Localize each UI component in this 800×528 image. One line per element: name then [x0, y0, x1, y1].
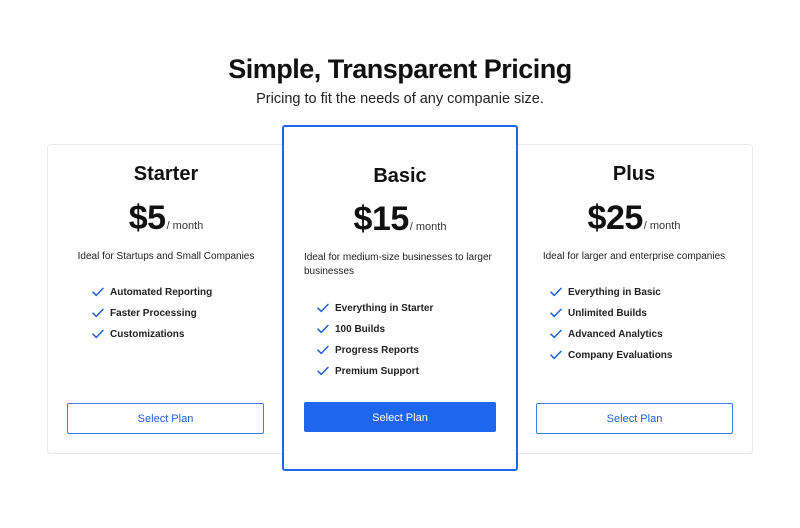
page-title: Simple, Transparent Pricing [228, 54, 572, 84]
price-row: $15/ month [284, 200, 516, 239]
feature-item: Unlimited Builds [550, 307, 672, 328]
select-plan-button-basic[interactable]: Select Plan [304, 402, 496, 432]
feature-label: Everything in Basic [568, 287, 661, 298]
select-plan-button-starter[interactable]: Select Plan [67, 403, 264, 434]
feature-item: Company Evaluations [550, 349, 672, 370]
feature-label: Automated Reporting [110, 287, 213, 298]
feature-list: Automated Reporting Faster Processing Cu… [92, 286, 212, 349]
feature-item: Customizations [92, 328, 212, 349]
feature-item: Advanced Analytics [550, 328, 672, 349]
feature-item: Everything in Basic [550, 286, 672, 307]
plan-card-plus: Plus $25/ month Ideal for larger and ent… [516, 144, 753, 454]
plan-price: $15 [353, 200, 410, 238]
plan-name: Plus [612, 163, 656, 185]
check-icon [92, 308, 104, 318]
check-icon [92, 329, 104, 339]
price-row: $25/ month [516, 199, 752, 238]
feature-item: Progress Reports [317, 344, 433, 365]
feature-label: Customizations [110, 329, 185, 340]
feature-item: 100 Builds [317, 323, 433, 344]
feature-item: Premium Support [317, 365, 433, 386]
check-icon [550, 308, 562, 318]
feature-list: Everything in Basic Unlimited Builds Adv… [550, 286, 672, 370]
price-row: $5/ month [48, 199, 284, 238]
check-icon [92, 287, 104, 297]
page-subtitle: Pricing to fit the needs of any companie… [256, 91, 544, 107]
feature-label: Progress Reports [335, 345, 419, 356]
check-icon [550, 350, 562, 360]
check-icon [317, 366, 329, 376]
feature-label: Unlimited Builds [568, 308, 647, 319]
pricing-page: Simple, Transparent Pricing Pricing to f… [0, 0, 800, 528]
plan-period: / month [409, 221, 447, 233]
select-plan-button-plus[interactable]: Select Plan [536, 403, 733, 434]
feature-label: Everything in Starter [335, 303, 434, 314]
plan-name: Starter [133, 163, 199, 185]
feature-label: Company Evaluations [568, 350, 673, 361]
feature-label: Faster Processing [110, 308, 197, 319]
check-icon [550, 287, 562, 297]
feature-label: 100 Builds [335, 324, 386, 335]
feature-label: Advanced Analytics [568, 329, 663, 340]
feature-item: Everything in Starter [317, 302, 433, 323]
feature-item: Faster Processing [92, 307, 212, 328]
plan-description: Ideal for Startups and Small Companies [77, 251, 255, 262]
plan-price: $5 [128, 199, 166, 237]
feature-item: Automated Reporting [92, 286, 212, 307]
plan-name: Basic [373, 165, 427, 187]
plan-period: / month [643, 220, 681, 232]
plan-price: $25 [587, 199, 644, 237]
check-icon [317, 324, 329, 334]
feature-list: Everything in Starter 100 Builds Progres… [317, 302, 433, 386]
feature-label: Premium Support [335, 366, 419, 377]
check-icon [317, 345, 329, 355]
check-icon [550, 329, 562, 339]
plan-description: Ideal for medium-size businesses to larg… [304, 252, 492, 277]
plan-description: Ideal for larger and enterprise companie… [542, 251, 726, 262]
check-icon [317, 303, 329, 313]
plan-period: / month [166, 220, 204, 232]
plan-card-basic: Basic $15/ month Ideal for medium-size b… [282, 125, 518, 471]
plan-card-starter: Starter $5/ month Ideal for Startups and… [47, 144, 284, 454]
